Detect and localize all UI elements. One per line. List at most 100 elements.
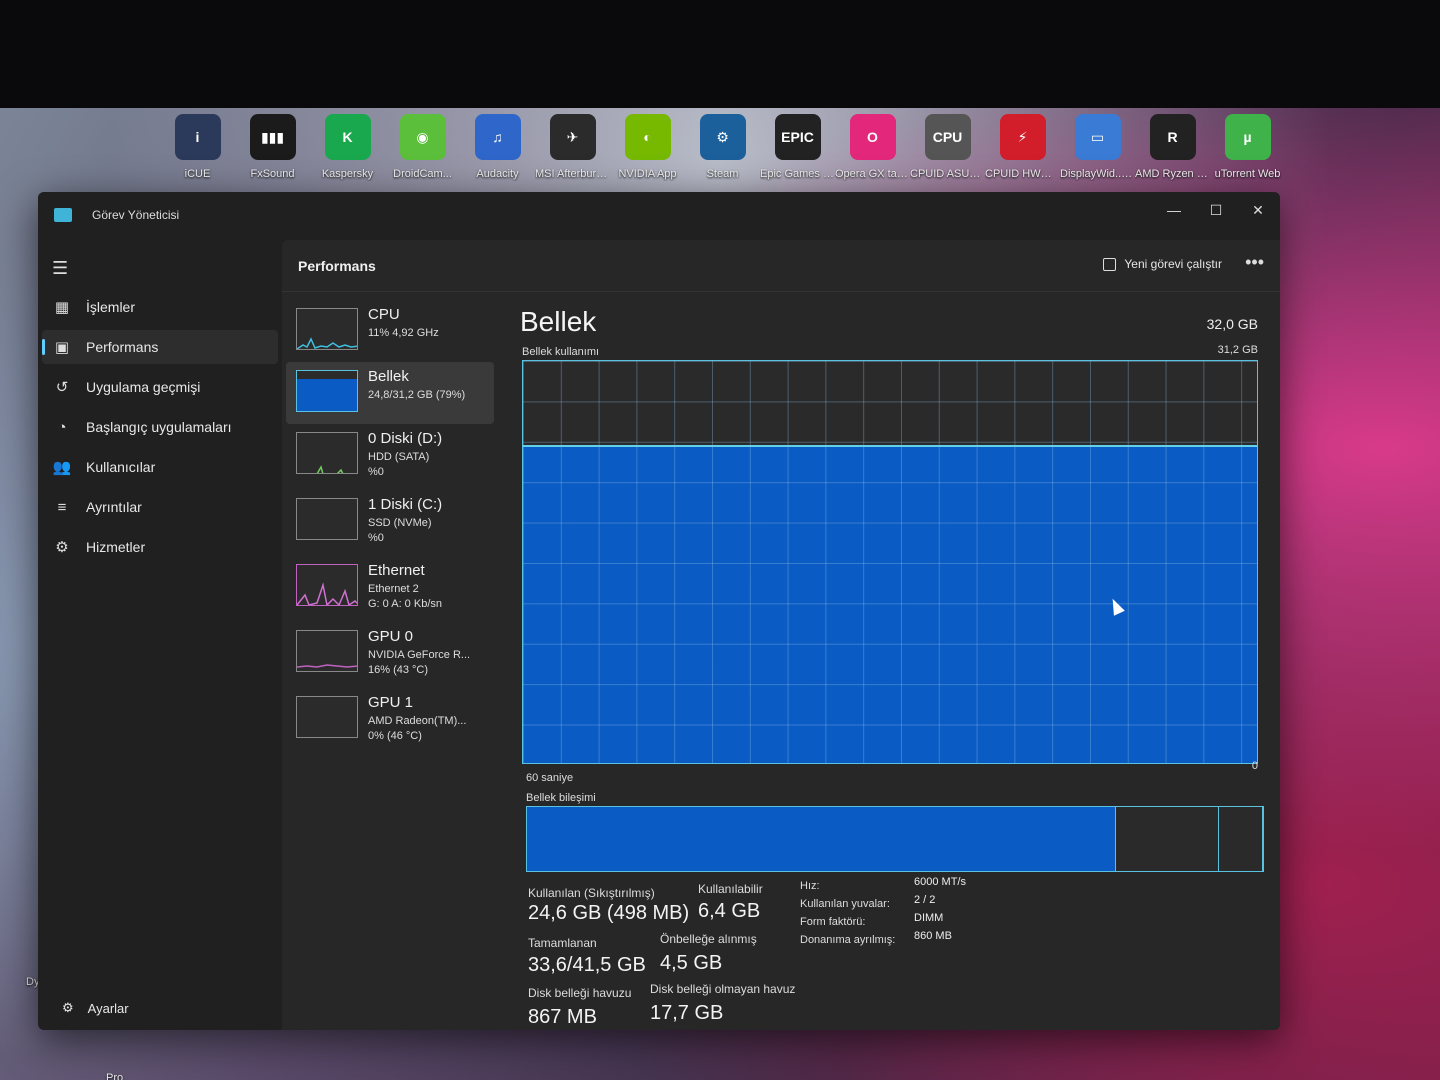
sidebar-item-details[interactable]: ≡ Ayrıntılar <box>42 490 278 524</box>
app-icon: ◉ <box>399 114 446 160</box>
memory-stats: Kullanılan (Sıkıştırılmış) 24,6 GB (498 … <box>526 876 1266 1030</box>
device-name: CPU <box>368 306 400 323</box>
run-task-label: Yeni görevi çalıştır <box>1124 257 1222 271</box>
sidebar-item-label: İşlemler <box>86 299 136 315</box>
app-icon: ⚙ <box>699 114 746 160</box>
desktop-icon-label: CPUID HWMonitor <box>985 168 1060 180</box>
details-list-icon: ≡ <box>57 498 67 516</box>
desktop-icon[interactable]: K Kaspersky <box>310 114 385 181</box>
device-item-gpu-0[interactable]: GPU 0 NVIDIA GeForce R... 16% (43 °C) <box>286 622 494 684</box>
device-sub: NVIDIA GeForce R... <box>368 649 471 661</box>
processes-icon: ▦ <box>54 299 70 316</box>
desktop-icon-label: FxSound <box>250 168 295 180</box>
device-item-ethernet[interactable]: Ethernet Ethernet 2 G: 0 A: 0 Kb/sn <box>286 556 494 618</box>
detail-title: Bellek <box>520 306 597 337</box>
device-sub: G: 0 A: 0 Kb/sn <box>368 598 442 610</box>
device-name: 1 Diski (C:) <box>368 496 443 513</box>
desktop-icon[interactable]: ◐ NVIDIA App <box>610 114 685 181</box>
desktop-icon[interactable]: CPU CPUID ASUS GPU-Z <box>910 114 985 181</box>
gpu1-sparkline <box>296 696 358 738</box>
hamburger-menu-icon[interactable]: ☰ <box>52 258 68 279</box>
stat-paged-label: Disk belleği havuzu <box>528 986 632 1000</box>
device-sub: %0 <box>368 466 384 478</box>
device-name: Bellek <box>368 368 409 385</box>
sidebar-item-performance[interactable]: ▣ Performans <box>42 330 278 364</box>
desktop-icon[interactable]: ⚙ Steam <box>685 114 760 181</box>
app-icon: EPIC <box>774 114 821 160</box>
sidebar-item-startup-apps[interactable]: ◔ Başlangıç uygulamaları <box>42 410 278 444</box>
window-title: Görev Yöneticisi <box>92 208 180 222</box>
desktop-icon[interactable]: ⚡ CPUID HWMonitor <box>985 114 1060 181</box>
stat-available-value: 6,4 GB <box>698 900 761 922</box>
device-item-disk-0[interactable]: 0 Diski (D:) HDD (SATA) %0 <box>286 424 494 486</box>
desktop-icon-label: Audacity <box>476 168 519 180</box>
task-manager-window: Görev Yöneticisi — ☐ ✕ ☰ ▦ İşlemler ▣ Pe… <box>38 192 1280 1030</box>
desktop-icon[interactable]: i iCUE <box>160 114 235 181</box>
settings-button[interactable]: ⚙ Ayarlar <box>62 1000 129 1016</box>
sidebar-item-users[interactable]: 👥 Kullanıcılar <box>42 450 278 484</box>
app-icon: K <box>324 114 371 160</box>
device-name: GPU 0 <box>368 628 414 645</box>
app-icon: O <box>849 114 896 160</box>
stat-nonpaged-label: Disk belleği olmayan havuz <box>650 982 796 996</box>
desktop-icon[interactable]: ▭ DisplayWid... Center <box>1060 114 1135 181</box>
composition-segment <box>527 807 1116 871</box>
spec-label: Donanıma ayrılmış: <box>800 934 896 946</box>
sidebar-item-label: Ayrıntılar <box>86 499 142 515</box>
app-icon: ▮▮▮ <box>249 114 296 160</box>
stat-cached-label: Önbelleğe alınmış <box>660 932 757 946</box>
settings-gear-icon: ⚙ <box>62 1000 74 1015</box>
more-options-icon[interactable]: ••• <box>1245 252 1264 273</box>
sidebar-item-processes[interactable]: ▦ İşlemler <box>42 290 278 324</box>
page-title: Performans <box>298 258 376 274</box>
maximize-button[interactable]: ☐ <box>1194 196 1238 224</box>
device-name: GPU 1 <box>368 694 414 711</box>
content-header: Performans Yeni görevi çalıştır ••• <box>282 240 1280 292</box>
desktop-icon[interactable]: ♫ Audacity <box>460 114 535 181</box>
desktop-icon[interactable]: R AMD Ryzen Master <box>1135 114 1210 181</box>
desktop-icon-label: Opera GX tarayıcı <box>835 168 910 180</box>
stat-committed-value: 33,6/41,5 GB <box>528 954 646 976</box>
stat-committed-label: Tamamlanan <box>528 936 597 950</box>
sidebar-item-label: Kullanıcılar <box>86 459 156 475</box>
device-sub: Ethernet 2 <box>368 583 419 595</box>
sidebar-item-label: Başlangıç uygulamaları <box>86 419 232 435</box>
graph-axis-right-label: 0 <box>1251 760 1258 772</box>
close-button[interactable]: ✕ <box>1236 196 1280 224</box>
desktop-icon[interactable]: ✈ MSI Afterburner <box>535 114 610 181</box>
spec-label: Form faktörü: <box>800 916 866 928</box>
stat-nonpaged-value: 17,7 GB <box>650 1002 724 1024</box>
desktop-icon-label[interactable]: Pro Soccer <box>106 1072 140 1080</box>
sidebar-item-label: Hizmetler <box>86 539 146 555</box>
settings-label: Ayarlar <box>87 1000 129 1016</box>
desktop-icon[interactable]: µ uTorrent Web <box>1210 114 1285 181</box>
sidebar-item-label: Performans <box>86 339 159 355</box>
device-item-cpu[interactable]: CPU 11% 4,92 GHz <box>286 300 494 362</box>
device-sub: 24,8/31,2 GB (79%) <box>368 389 466 401</box>
desktop-icon-label: Kaspersky <box>321 168 374 180</box>
device-sub: HDD (SATA) <box>368 451 430 463</box>
desktop-icon-label: iCUE <box>184 168 211 180</box>
minimize-button[interactable]: — <box>1152 196 1196 224</box>
app-icon: ◐ <box>624 114 671 160</box>
device-item-gpu-1[interactable]: GPU 1 AMD Radeon(TM)... 0% (46 °C) <box>286 688 494 750</box>
history-icon: ↺ <box>55 379 69 396</box>
memory-usage-graph <box>522 360 1258 764</box>
sidebar-item-app-history[interactable]: ↺ Uygulama geçmişi <box>42 370 278 404</box>
device-item-memory[interactable]: Bellek 24,8/31,2 GB (79%) <box>286 362 494 424</box>
desktop-icon-label: MSI Afterburner <box>535 168 610 180</box>
desktop-icon[interactable]: ▮▮▮ FxSound <box>235 114 310 181</box>
device-item-disk-1[interactable]: 1 Diski (C:) SSD (NVMe) %0 <box>286 490 494 552</box>
run-new-task-button[interactable]: Yeni görevi çalıştır <box>1103 257 1222 271</box>
sidebar-item-services[interactable]: ⚙ Hizmetler <box>42 530 278 564</box>
desktop-icon[interactable]: O Opera GX tarayıcı <box>835 114 910 181</box>
desktop-icon-label: AMD Ryzen Master <box>1135 168 1210 180</box>
title-bar[interactable]: Görev Yöneticisi — ☐ ✕ <box>38 192 1280 240</box>
desktop-icon[interactable]: EPIC Epic Games Launcher <box>760 114 835 181</box>
memory-usage-label: Bellek kullanımı <box>522 346 600 358</box>
device-name: 0 Diski (D:) <box>368 430 443 447</box>
desktop-icon-label: DisplayWid... Center <box>1060 168 1135 180</box>
desktop-icon-label: DroidCam... <box>393 168 452 180</box>
desktop-icon[interactable]: ◉ DroidCam... <box>385 114 460 181</box>
ethernet-sparkline <box>296 564 358 606</box>
